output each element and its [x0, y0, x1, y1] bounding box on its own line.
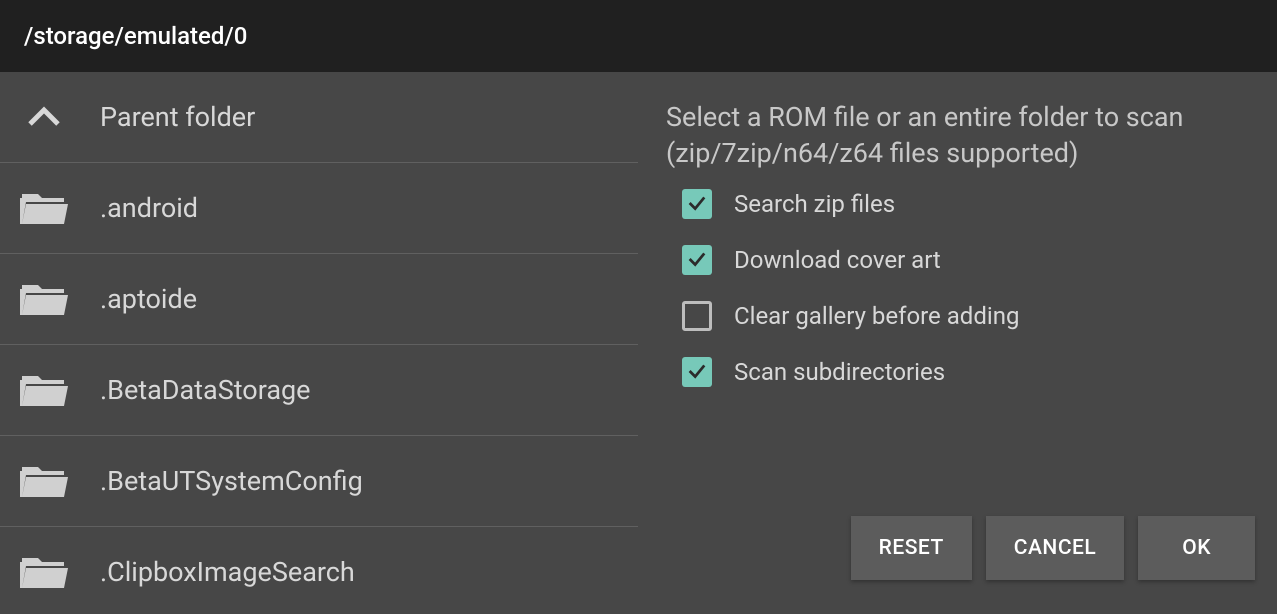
checkbox-label: Clear gallery before adding [734, 302, 1019, 330]
download-cover-art-checkbox[interactable]: Download cover art [682, 245, 1259, 275]
file-list: Parent folder .android .aptoide [0, 72, 638, 614]
folder-icon [20, 551, 68, 593]
folder-icon [20, 187, 68, 229]
folder-icon [20, 460, 68, 502]
checkbox-list: Search zip files Download cover art Clea… [666, 189, 1259, 387]
folder-icon [20, 278, 68, 320]
cancel-button[interactable]: CANCEL [986, 516, 1124, 580]
path-header: /storage/emulated/0 [0, 0, 1277, 72]
options-panel: Select a ROM file or an entire folder to… [638, 72, 1277, 614]
folder-name: .android [100, 192, 198, 224]
chevron-up-icon [20, 96, 68, 138]
folder-name: .aptoide [100, 283, 197, 315]
checkbox-label: Scan subdirectories [734, 358, 945, 386]
reset-button[interactable]: RESET [851, 516, 972, 580]
search-zip-checkbox[interactable]: Search zip files [682, 189, 1259, 219]
button-row: RESET CANCEL OK [666, 516, 1259, 596]
current-path: /storage/emulated/0 [24, 22, 247, 50]
folder-item[interactable]: .BetaUTSystemConfig [0, 436, 638, 527]
folder-item[interactable]: .ClipboxImageSearch [0, 527, 638, 614]
parent-folder-item[interactable]: Parent folder [0, 72, 638, 163]
folder-item[interactable]: .aptoide [0, 254, 638, 345]
folder-icon [20, 369, 68, 411]
body: Parent folder .android .aptoide [0, 72, 1277, 614]
checkbox-label: Search zip files [734, 190, 895, 218]
clear-gallery-checkbox[interactable]: Clear gallery before adding [682, 301, 1259, 331]
folder-item[interactable]: .android [0, 163, 638, 254]
checkbox-label: Download cover art [734, 246, 941, 274]
parent-folder-label: Parent folder [100, 101, 255, 133]
folder-item[interactable]: .BetaDataStorage [0, 345, 638, 436]
instruction-text: Select a ROM file or an entire folder to… [666, 100, 1259, 171]
checkbox-checked-icon [682, 357, 712, 387]
checkbox-checked-icon [682, 245, 712, 275]
checkbox-unchecked-icon [682, 301, 712, 331]
folder-name: .BetaUTSystemConfig [100, 465, 363, 497]
checkbox-checked-icon [682, 189, 712, 219]
ok-button[interactable]: OK [1138, 516, 1255, 580]
scan-subdirectories-checkbox[interactable]: Scan subdirectories [682, 357, 1259, 387]
folder-name: .BetaDataStorage [100, 374, 311, 406]
folder-name: .ClipboxImageSearch [100, 556, 355, 588]
